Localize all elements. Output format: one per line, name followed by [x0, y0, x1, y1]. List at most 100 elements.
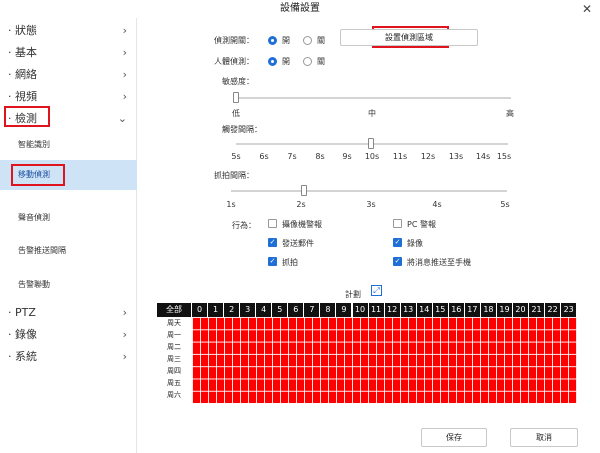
detection-switch-label: 偵測開關：	[214, 36, 254, 45]
snapshot-tick: 5s	[500, 200, 510, 209]
set-area-label: 設置偵測區域	[385, 33, 433, 42]
detection-off-radio[interactable]	[303, 36, 312, 45]
detection-on-label: 開	[282, 36, 290, 45]
window-title: 設備設置	[280, 3, 320, 14]
human-off-label: 關	[317, 57, 325, 66]
chevron-right-icon: ›	[122, 46, 127, 59]
chevron-down-icon: ⌄	[117, 112, 127, 125]
highlight-motion-detection	[11, 164, 65, 186]
human-off-radio[interactable]	[303, 57, 312, 66]
hour-header-cell[interactable]: 2	[224, 303, 240, 317]
day-label: 周天	[167, 319, 181, 327]
sidebar-item-label: · 狀態	[8, 24, 37, 37]
save-button[interactable]: 保存	[421, 428, 487, 447]
trigger-tick: 8s	[315, 152, 325, 161]
hour-header-cell[interactable]: 21	[529, 303, 545, 317]
subitem-sound-detection[interactable]: 聲音偵測	[0, 203, 137, 233]
chevron-right-icon: ›	[122, 90, 127, 103]
send-email-label: 發送郵件	[282, 239, 314, 248]
sidebar-item-ptz[interactable]: · PTZ ›	[0, 302, 137, 324]
hour-header-cell[interactable]: 16	[448, 303, 464, 317]
chevron-right-icon: ›	[122, 328, 127, 341]
sensitivity-label: 敏感度：	[222, 77, 254, 86]
sidebar-item-video[interactable]: · 視頻 ›	[0, 86, 137, 108]
hour-header-cell[interactable]: 6	[288, 303, 304, 317]
schedule-all-button[interactable]: 全部	[157, 303, 191, 317]
hour-header-cell[interactable]: 7	[304, 303, 320, 317]
sidebar-item-basic[interactable]: · 基本 ›	[0, 42, 137, 64]
chevron-right-icon: ›	[122, 68, 127, 81]
pc-alarm-checkbox[interactable]	[393, 219, 402, 228]
trigger-thumb[interactable]	[368, 138, 374, 149]
hour-header-cell[interactable]: 14	[416, 303, 432, 317]
hour-header-cell[interactable]: 20	[513, 303, 529, 317]
trigger-tick: 6s	[259, 152, 269, 161]
sensitivity-thumb[interactable]	[233, 92, 239, 103]
cancel-button[interactable]: 取消	[510, 428, 578, 447]
sidebar-item-status[interactable]: · 狀態 ›	[0, 20, 137, 42]
snapshot-checkbox[interactable]: ✓	[268, 257, 277, 266]
snapshot-tick: 2s	[296, 200, 306, 209]
sensitivity-track[interactable]	[233, 97, 511, 99]
detection-on-radio[interactable]	[268, 36, 277, 45]
send-email-checkbox[interactable]: ✓	[268, 238, 277, 247]
hour-header-cell[interactable]: 1	[208, 303, 224, 317]
human-detection-label: 人體偵測：	[214, 57, 254, 66]
sidebar-item-system[interactable]: · 系統 ›	[0, 346, 137, 368]
snapshot-thumb[interactable]	[301, 185, 307, 196]
all-label: 全部	[166, 305, 182, 314]
hour-header-cell[interactable]: 15	[432, 303, 448, 317]
hour-header-cell[interactable]: 18	[480, 303, 496, 317]
highlight-detection	[4, 106, 50, 127]
hour-header-cell[interactable]: 4	[256, 303, 272, 317]
close-icon[interactable]: ✕	[582, 0, 592, 18]
trigger-tick: 10s	[364, 152, 380, 161]
hour-header-cell[interactable]: 17	[464, 303, 480, 317]
hour-header-cell[interactable]: 11	[368, 303, 384, 317]
snapshot-interval-label: 抓拍間隔：	[214, 171, 254, 180]
trigger-interval-label: 觸發間隔：	[222, 125, 262, 134]
hour-header-cell[interactable]: 23	[561, 303, 577, 317]
subitem-alarm-push-interval[interactable]: 告警推送間隔	[0, 236, 137, 266]
set-detection-area-button[interactable]: 設置偵測區域	[340, 29, 478, 46]
subitem-alarm-linkage[interactable]: 告警聯動	[0, 270, 137, 300]
snapshot-tick: 3s	[366, 200, 376, 209]
hour-header-cell[interactable]: 8	[320, 303, 336, 317]
human-on-radio[interactable]	[268, 57, 277, 66]
sidebar-item-recording[interactable]: · 錄像 ›	[0, 324, 137, 346]
hour-header-cell[interactable]: 22	[545, 303, 561, 317]
actions-label: 行為：	[232, 221, 256, 230]
day-label: 周二	[167, 343, 181, 351]
sidebar-item-network[interactable]: · 網絡 ›	[0, 64, 137, 86]
expand-icon[interactable]: ⤢	[371, 285, 382, 296]
hour-header-cell[interactable]: 9	[336, 303, 352, 317]
record-checkbox[interactable]: ✓	[393, 238, 402, 247]
subitem-label: 智能識別	[18, 140, 50, 149]
sensitivity-tick: 中	[368, 109, 376, 118]
hour-header-cell[interactable]: 10	[352, 303, 368, 317]
schedule-grid[interactable]	[192, 317, 577, 403]
day-label: 周六	[167, 391, 181, 399]
hour-header-cell[interactable]: 12	[384, 303, 400, 317]
hour-header-cell[interactable]: 19	[496, 303, 512, 317]
sidebar-item-label: · 基本	[8, 46, 37, 59]
camera-alarm-checkbox[interactable]	[268, 219, 277, 228]
snapshot-track[interactable]	[231, 190, 507, 192]
subitem-label: 告警推送間隔	[18, 246, 66, 255]
window-titlebar: 設備設置 ✕	[0, 0, 600, 18]
chevron-right-icon: ›	[122, 306, 127, 319]
hour-header-cell[interactable]: 3	[240, 303, 256, 317]
trigger-tick: 7s	[287, 152, 297, 161]
day-label: 周三	[167, 355, 181, 363]
record-label: 錄像	[407, 239, 423, 248]
hour-header-cell[interactable]: 0	[192, 303, 208, 317]
subitem-smart-recognition[interactable]: 智能識別	[0, 130, 137, 160]
hour-header-cell[interactable]: 5	[272, 303, 288, 317]
push-to-phone-checkbox[interactable]: ✓	[393, 257, 402, 266]
chevron-right-icon: ›	[122, 24, 127, 37]
pc-alarm-label: PC 警報	[407, 220, 436, 229]
snapshot-tick: 1s	[226, 200, 236, 209]
hour-header-cell[interactable]: 13	[400, 303, 416, 317]
schedule-title: 計劃	[345, 290, 361, 299]
push-to-phone-label: 將消息推送至手機	[407, 258, 471, 267]
